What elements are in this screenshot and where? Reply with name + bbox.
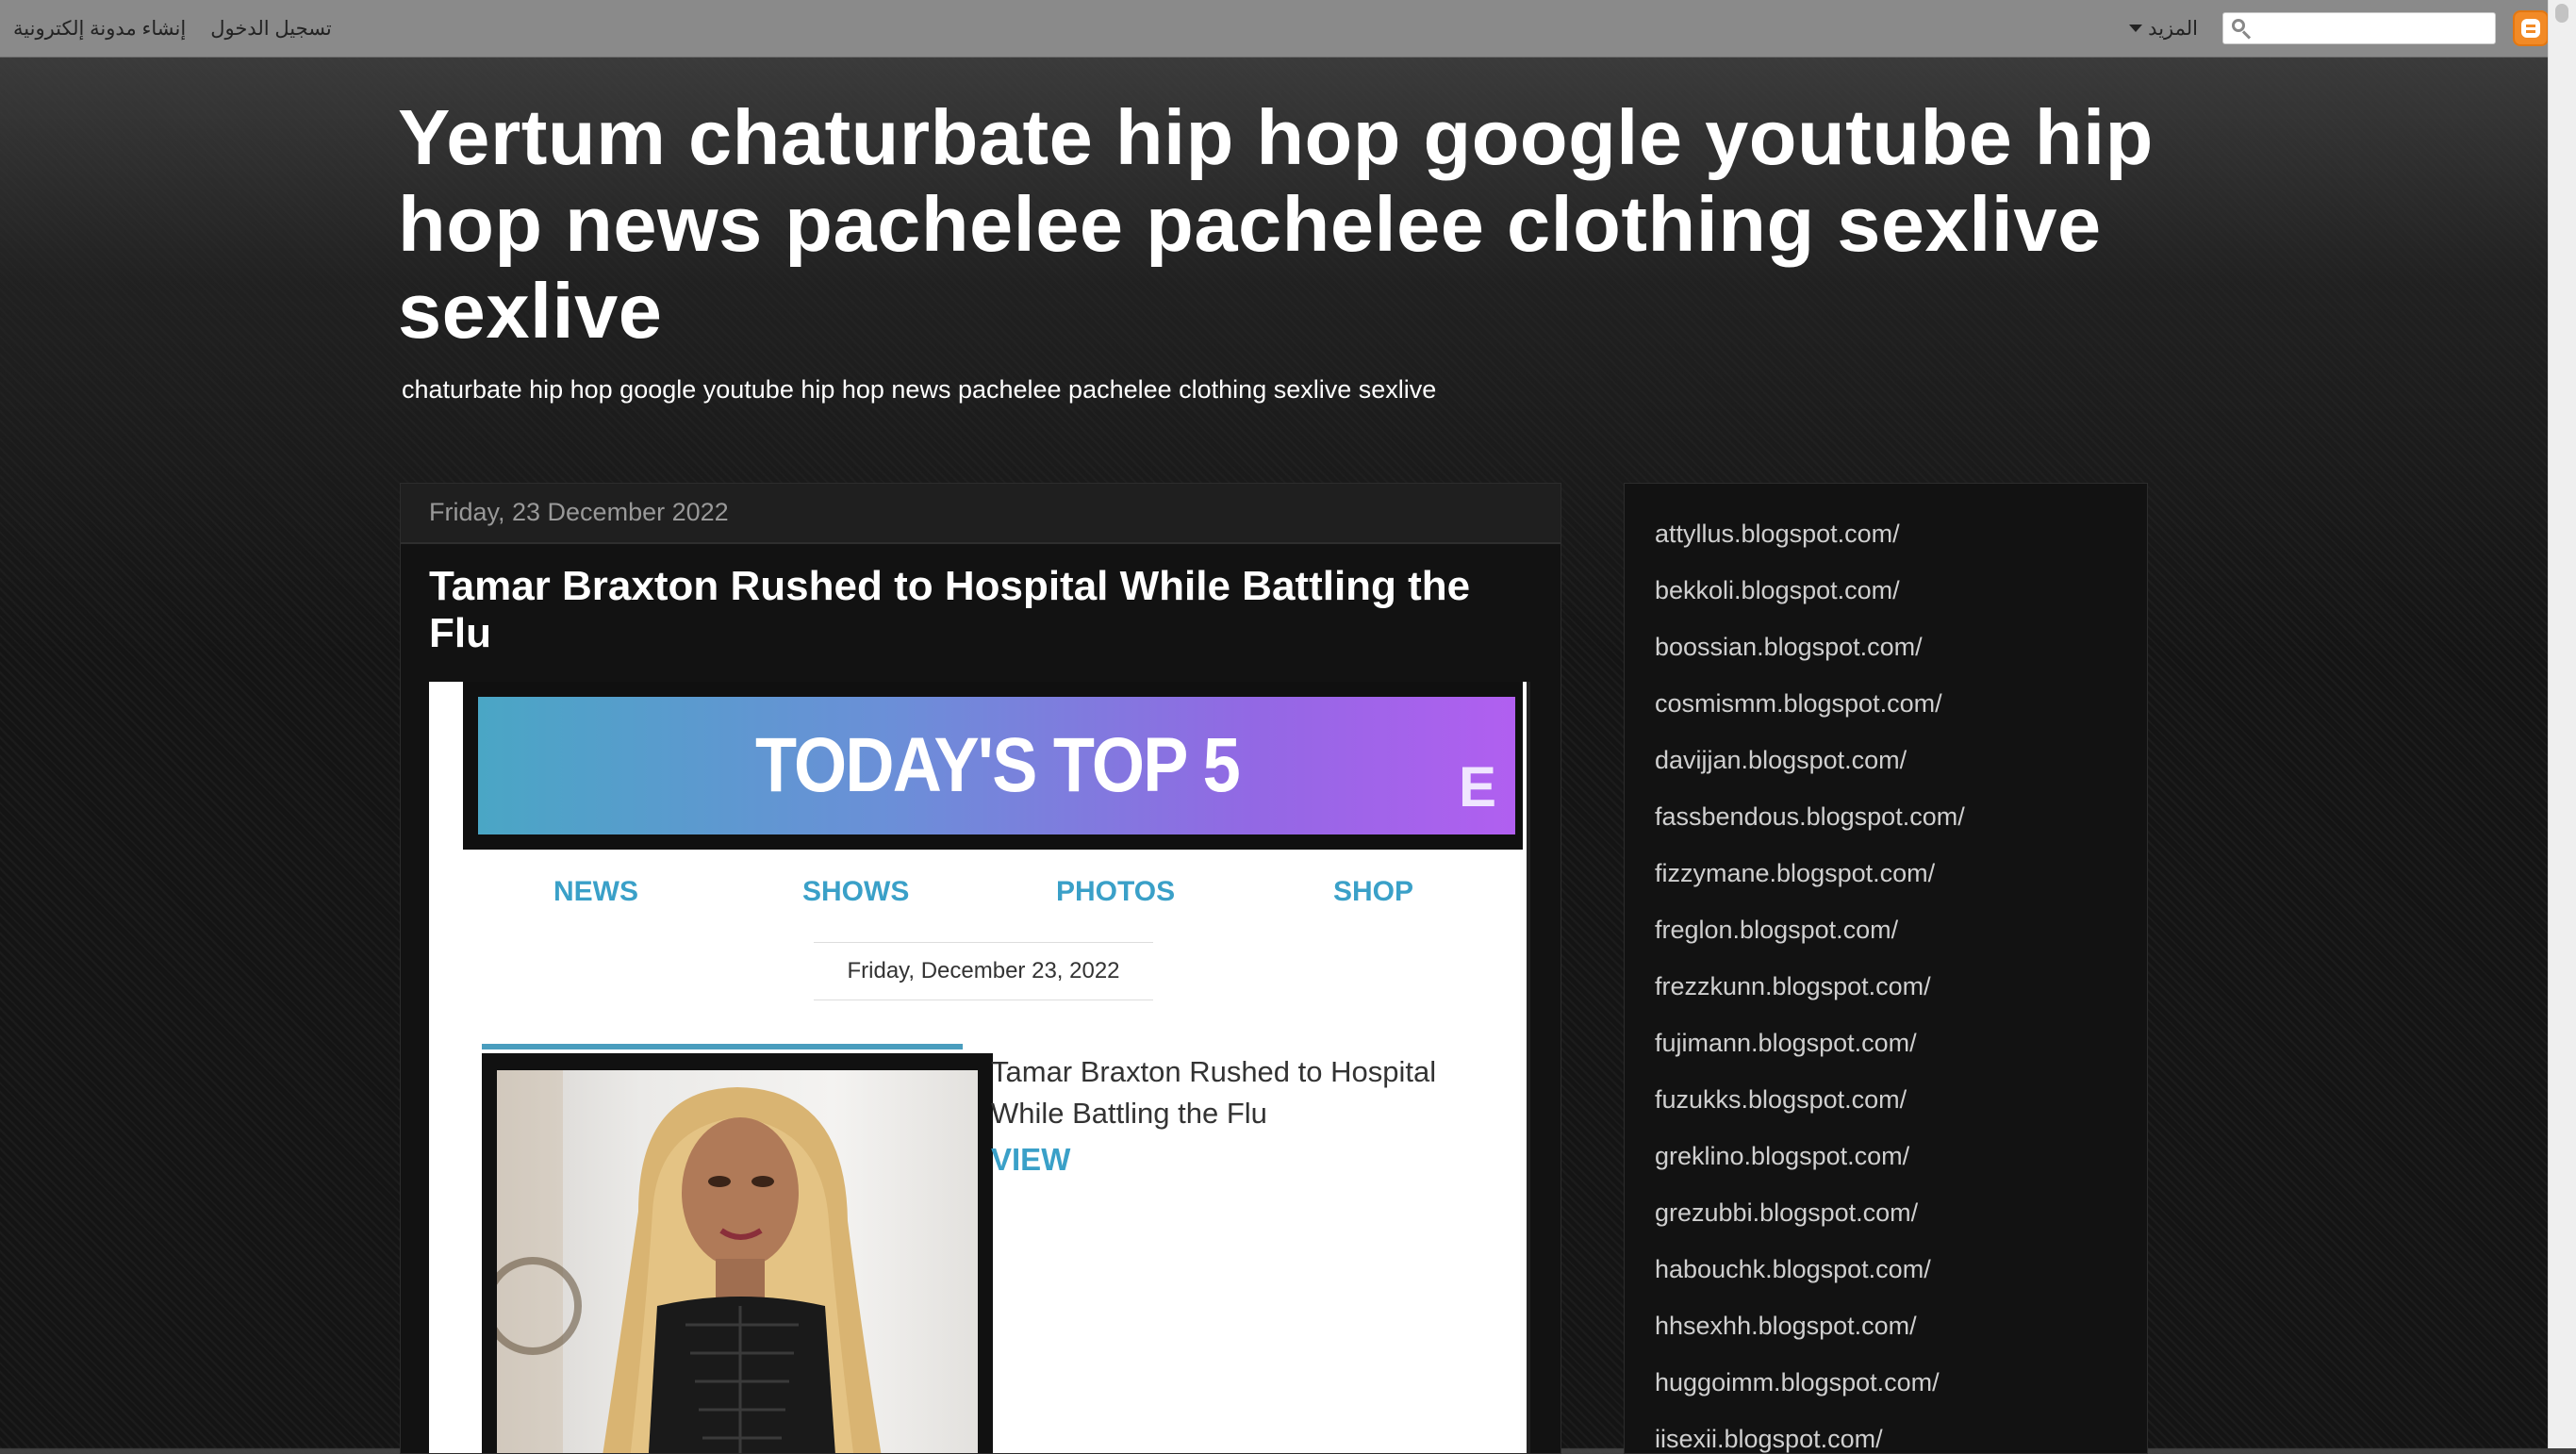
sidebar-link[interactable]: greklino.blogspot.com/ xyxy=(1655,1142,2147,1198)
search-icon xyxy=(2232,19,2245,32)
sidebar-link[interactable]: grezubbi.blogspot.com/ xyxy=(1655,1198,2147,1255)
newsletter-nav: NEWS SHOWS PHOTOS SHOP xyxy=(429,876,1527,914)
sign-in-link[interactable]: تسجيل الدخول xyxy=(210,17,332,41)
sidebar-link[interactable]: freglon.blogspot.com/ xyxy=(1655,916,2147,972)
navbar-right-group: المزيد xyxy=(2129,0,2549,57)
sidebar-link[interactable]: fassbendous.blogspot.com/ xyxy=(1655,802,2147,859)
story-accent-bar xyxy=(482,1044,963,1049)
blog-title[interactable]: Yertum chaturbate hip hop google youtube… xyxy=(398,94,2189,355)
sidebar-link[interactable]: attyllus.blogspot.com/ xyxy=(1655,520,2147,576)
sidebar-link[interactable]: fujimann.blogspot.com/ xyxy=(1655,1029,2147,1085)
chevron-down-icon xyxy=(2129,25,2143,32)
tab-shop[interactable]: SHOP xyxy=(1333,876,1413,908)
tab-photos[interactable]: PHOTOS xyxy=(1056,876,1175,908)
blog-description: chaturbate hip hop google youtube hip ho… xyxy=(402,375,1437,404)
more-menu-label: المزيد xyxy=(2148,17,2198,40)
banner-frame: TODAY'S TOP 5 E xyxy=(463,682,1523,850)
tab-news[interactable]: NEWS xyxy=(553,876,638,908)
navbar-auth-links: تسجيل الدخول إنشاء مدونة إلكترونية xyxy=(13,0,332,57)
sidebar-link[interactable]: fizzymane.blogspot.com/ xyxy=(1655,859,2147,916)
search-box[interactable] xyxy=(2222,12,2496,44)
sidebar-link[interactable]: frezzkunn.blogspot.com/ xyxy=(1655,972,2147,1029)
newsletter-date: Friday, December 23, 2022 xyxy=(814,942,1153,1000)
sidebar-link[interactable]: bekkoli.blogspot.com/ xyxy=(1655,576,2147,633)
sidebar-link[interactable]: iisexii.blogspot.com/ xyxy=(1655,1425,2147,1453)
tab-shows[interactable]: SHOWS xyxy=(802,876,909,908)
blog-link-list: attyllus.blogspot.com/ bekkoli.blogspot.… xyxy=(1625,484,2147,1453)
sidebar-link[interactable]: cosmismm.blogspot.com/ xyxy=(1655,689,2147,746)
sidebar-link[interactable]: habouchk.blogspot.com/ xyxy=(1655,1255,2147,1312)
banner-text: TODAY'S TOP 5 xyxy=(754,722,1240,808)
scrollbar-thumb[interactable] xyxy=(2555,4,2568,23)
top-navbar: تسجيل الدخول إنشاء مدونة إلكترونية المزي… xyxy=(0,0,2549,58)
more-menu[interactable]: المزيد xyxy=(2129,17,2198,41)
sidebar-blog-list: attyllus.blogspot.com/ bekkoli.blogspot.… xyxy=(1624,483,2148,1454)
vertical-scrollbar[interactable] xyxy=(2548,0,2576,1448)
sidebar-link[interactable]: hhsexhh.blogspot.com/ xyxy=(1655,1312,2147,1368)
view-story-link[interactable]: VIEW xyxy=(991,1142,1070,1178)
portrait-illustration xyxy=(497,1070,882,1453)
story-title[interactable]: Tamar Braxton Rushed to Hospital While B… xyxy=(991,1051,1481,1134)
main-post-column: Friday, 23 December 2022 Tamar Braxton R… xyxy=(400,483,1561,1454)
sidebar-link[interactable]: davijjan.blogspot.com/ xyxy=(1655,746,2147,802)
post-title[interactable]: Tamar Braxton Rushed to Hospital While B… xyxy=(401,544,1560,657)
story-photo[interactable] xyxy=(497,1070,978,1453)
blogger-logo-icon[interactable] xyxy=(2513,10,2549,46)
post-date-header: Friday, 23 December 2022 xyxy=(401,484,1560,544)
story-thumbnail-frame xyxy=(482,1053,993,1453)
todays-top-5-banner[interactable]: TODAY'S TOP 5 E xyxy=(478,697,1515,834)
sidebar-link[interactable]: huggoimm.blogspot.com/ xyxy=(1655,1368,2147,1425)
e-news-logo: E xyxy=(1458,755,1496,818)
sidebar-link[interactable]: fuzukks.blogspot.com/ xyxy=(1655,1085,2147,1142)
create-blog-link[interactable]: إنشاء مدونة إلكترونية xyxy=(13,17,186,41)
sidebar-link[interactable]: boossian.blogspot.com/ xyxy=(1655,633,2147,689)
post-body: TODAY'S TOP 5 E NEWS SHOWS PHOTOS SHOP F… xyxy=(429,682,1530,1453)
